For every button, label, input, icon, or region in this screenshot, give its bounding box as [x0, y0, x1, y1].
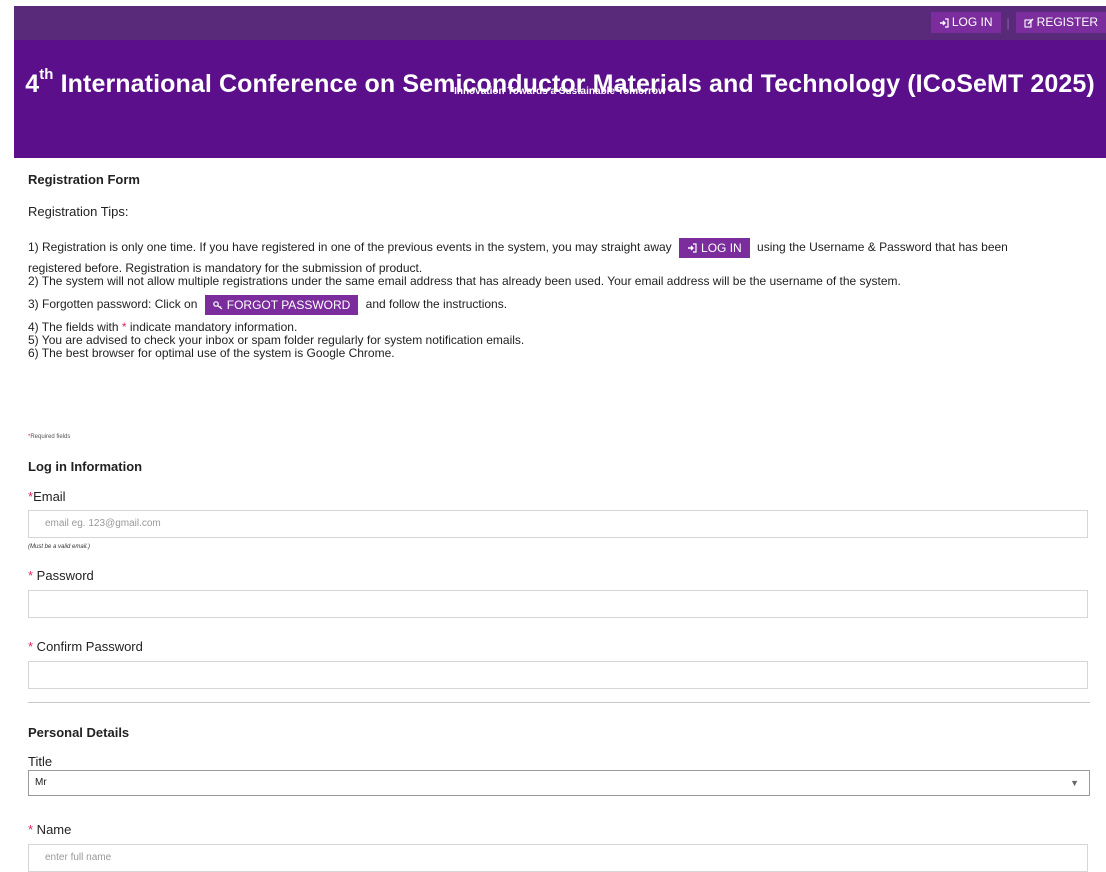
email-label: *Email: [28, 489, 66, 504]
login-nav-label: LOG IN: [951, 15, 993, 29]
register-nav-button[interactable]: REGISTER: [1015, 12, 1106, 33]
tips-heading: Registration Tips:: [28, 204, 129, 219]
title-select[interactable]: Mr ▼: [28, 770, 1090, 796]
login-icon: [939, 17, 949, 28]
key-icon: [212, 300, 223, 310]
top-nav-bar: LOG IN | REGISTER: [14, 6, 1106, 40]
email-field[interactable]: email eg. 123@gmail.com: [28, 510, 1088, 538]
title-label: Title: [28, 754, 53, 769]
chevron-down-icon: ▼: [1070, 778, 1079, 788]
conference-subtitle: Innovation Towards a Sustainable Tomorro…: [454, 86, 666, 97]
conference-banner: 4th International Conference on Semicond…: [14, 40, 1106, 158]
top-nav: LOG IN | REGISTER: [930, 12, 1106, 33]
section-divider: [28, 702, 1090, 703]
tip-6: 6) The best browser for optimal use of t…: [28, 346, 395, 360]
confirm-password-label: * Confirm Password: [28, 639, 143, 654]
forgot-password-button[interactable]: FORGOT PASSWORD: [204, 295, 359, 315]
edit-icon: [1024, 18, 1034, 28]
login-nav-button[interactable]: LOG IN: [930, 12, 1001, 33]
name-field[interactable]: enter full name: [28, 844, 1088, 872]
password-field[interactable]: [28, 590, 1088, 618]
name-label: * Name: [28, 822, 72, 837]
nav-separator: |: [1006, 15, 1010, 30]
register-nav-label: REGISTER: [1036, 15, 1098, 29]
personal-details-heading: Personal Details: [28, 725, 130, 740]
form-heading: Registration Form: [28, 172, 140, 187]
login-info-heading: Log in Information: [28, 459, 143, 474]
password-label: * Password: [28, 568, 94, 583]
email-hint: (Must be a valid email.): [28, 544, 91, 550]
confirm-password-field[interactable]: [28, 661, 1088, 689]
tip-1: 1) Registration is only one time. If you…: [28, 238, 1008, 258]
tip-3: 3) Forgotten password: Click on FORGOT P…: [28, 295, 507, 315]
tip-login-button[interactable]: LOG IN: [679, 238, 750, 258]
required-fields-note: *Required fields: [28, 434, 71, 440]
login-icon: [687, 243, 697, 253]
tip-2: 2) The system will not allow multiple re…: [28, 274, 901, 288]
